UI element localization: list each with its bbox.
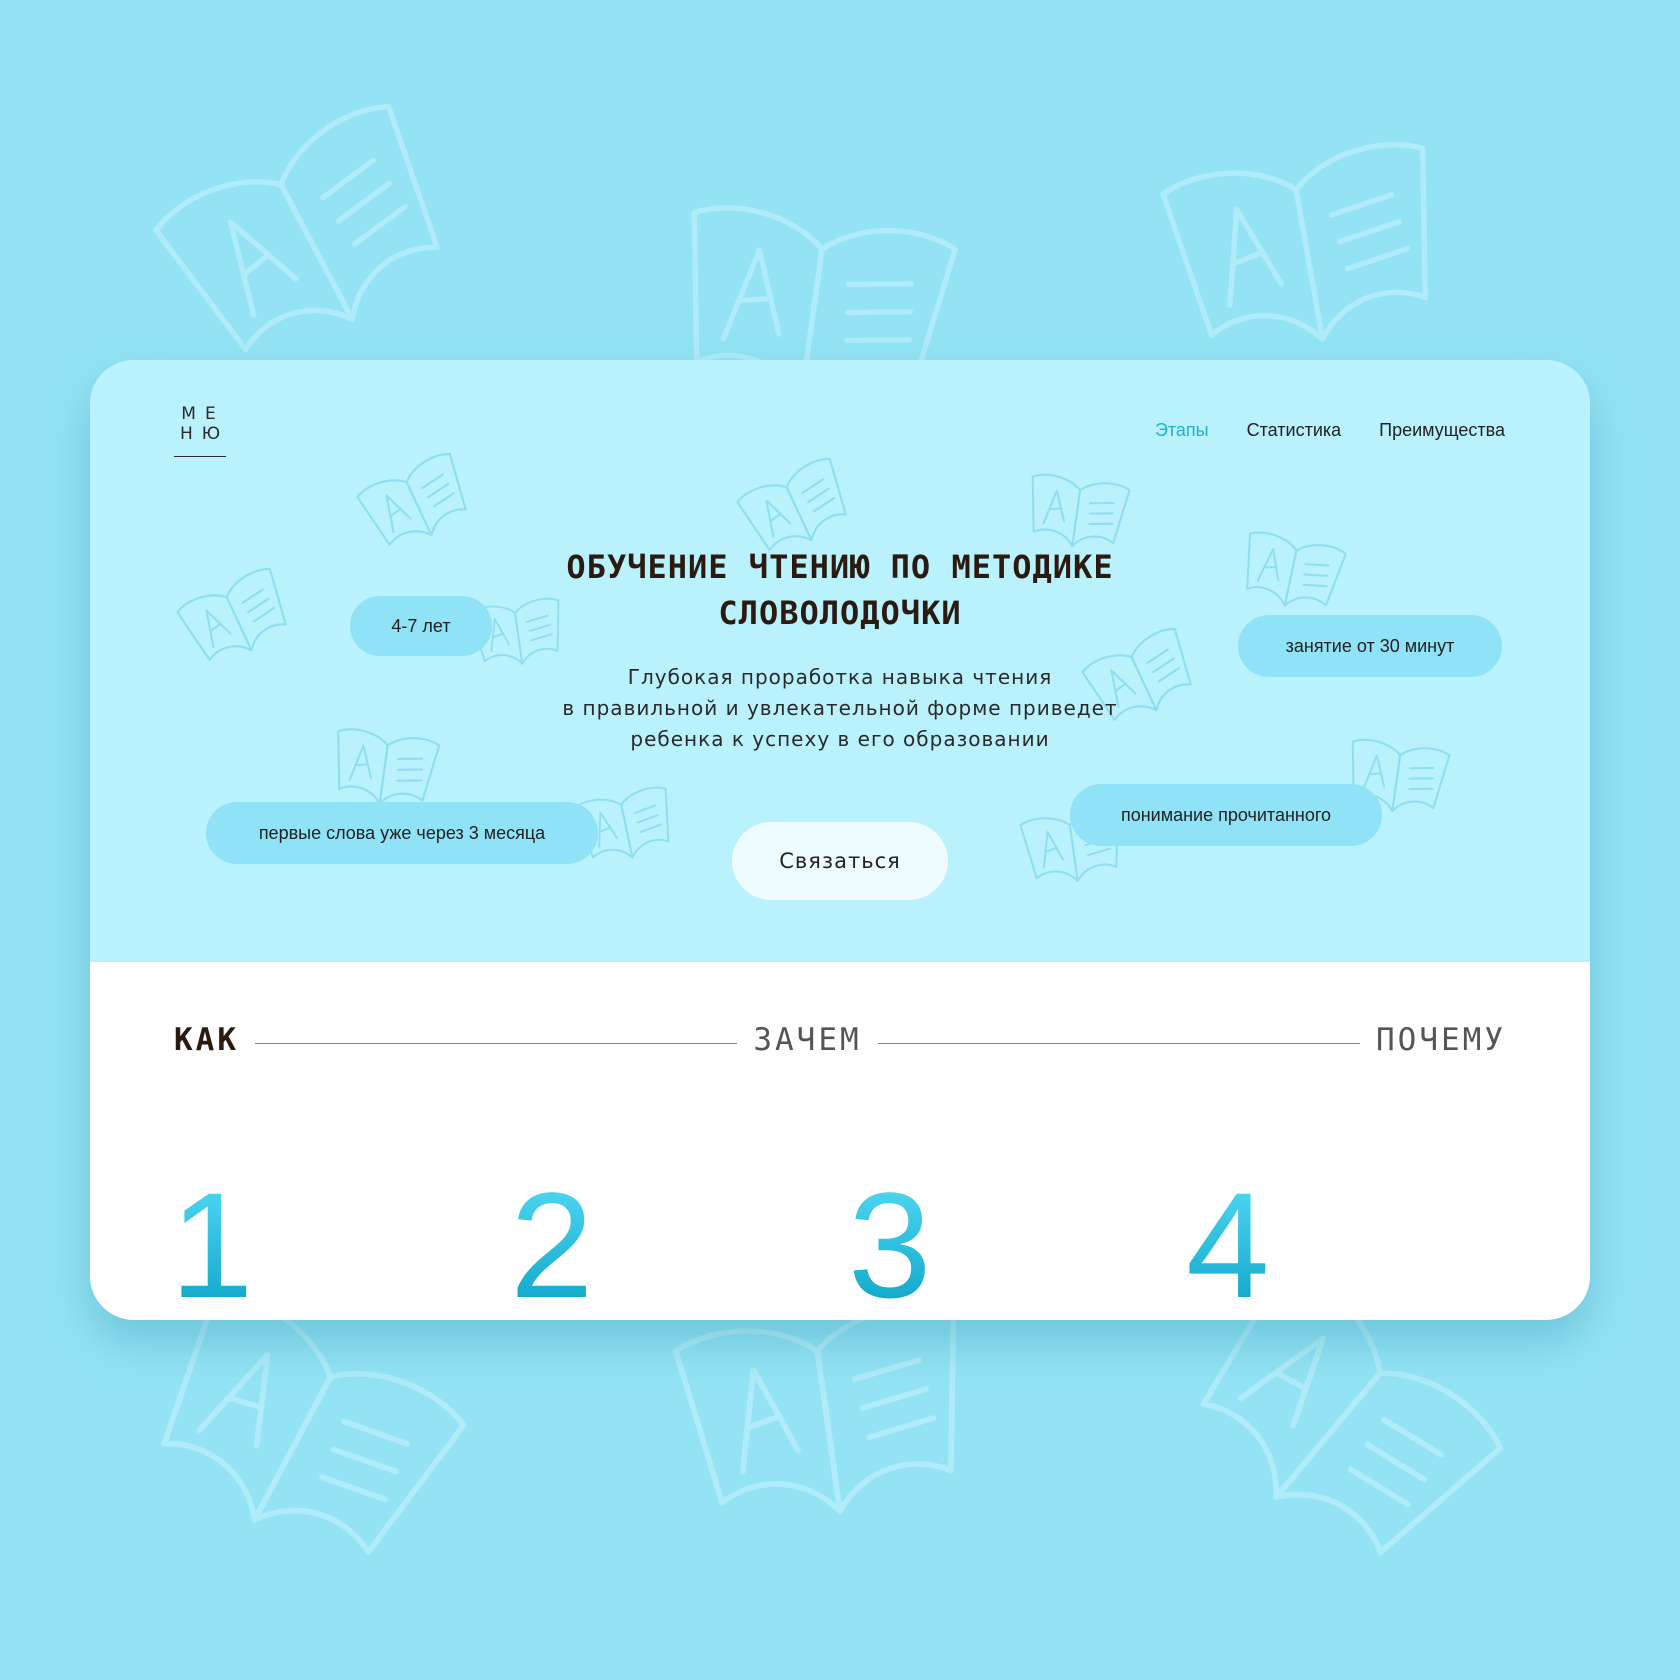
section-tabs: КАК ЗАЧЕМ ПОЧЕМУ <box>174 1018 1506 1062</box>
book-icon <box>1132 95 1479 385</box>
hero-section: МЕ НЮ Этапы Статистика Преимущества ОБУЧ… <box>90 360 1590 962</box>
hero-description-line: ребенка к успеху в его образовании <box>630 727 1050 751</box>
landing-card: МЕ НЮ Этапы Статистика Преимущества ОБУЧ… <box>90 360 1590 1320</box>
top-nav: Этапы Статистика Преимущества <box>1155 420 1505 441</box>
hero-description-line: Глубокая проработка навыка чтения <box>627 665 1053 689</box>
step-number-4: 4 <box>1186 1161 1270 1320</box>
step-number-1: 1 <box>170 1161 254 1320</box>
hero-description-line: в правильной и увлекательной форме приве… <box>562 696 1118 720</box>
nav-link-advantages[interactable]: Преимущества <box>1379 420 1505 441</box>
tag-first-words: первые слова уже через 3 месяца <box>206 802 598 864</box>
hero-description: Глубокая проработка навыка чтения в прав… <box>490 662 1190 755</box>
tab-why[interactable]: ЗАЧЕМ <box>753 1022 861 1058</box>
book-icon <box>112 51 498 408</box>
book-icon <box>162 549 309 681</box>
nav-link-statistics[interactable]: Статистика <box>1247 420 1342 441</box>
hero-title-line: СЛОВОЛОДОЧКИ <box>718 594 962 632</box>
menu-label-top: МЕ <box>181 404 225 424</box>
tag-age: 4-7 лет <box>350 596 492 656</box>
menu-button[interactable]: МЕ НЮ <box>174 404 226 457</box>
step-number-3: 3 <box>848 1161 932 1320</box>
contact-button[interactable]: Связаться <box>732 822 948 900</box>
tab-divider <box>255 1042 738 1044</box>
tag-understanding: понимание прочитанного <box>1070 784 1382 846</box>
hero-title-line: ОБУЧЕНИЕ ЧТЕНИЮ ПО МЕТОДИКЕ <box>566 548 1114 586</box>
menu-label-bottom: НЮ <box>180 424 230 444</box>
nav-link-stages[interactable]: Этапы <box>1155 420 1209 441</box>
book-icon <box>1227 514 1358 624</box>
tab-how[interactable]: КАК <box>174 1022 239 1058</box>
tag-lesson-duration: занятие от 30 минут <box>1238 615 1502 677</box>
step-number-2: 2 <box>510 1161 594 1320</box>
tab-reason[interactable]: ПОЧЕМУ <box>1376 1022 1506 1058</box>
hero-title: ОБУЧЕНИЕ ЧТЕНИЮ ПО МЕТОДИКЕ СЛОВОЛОДОЧКИ <box>440 544 1240 636</box>
tab-divider <box>877 1042 1361 1044</box>
